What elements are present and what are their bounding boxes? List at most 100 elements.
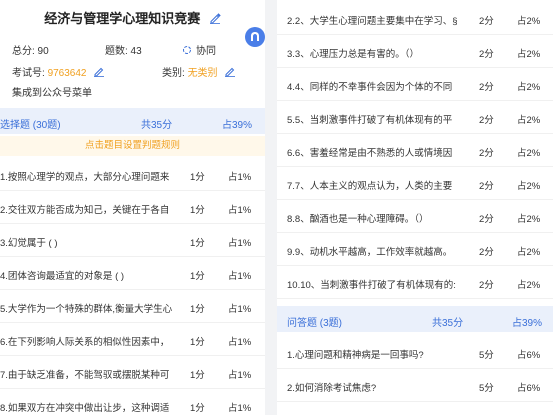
question-text: 2.2、大学生心理问题主要集中在学习、§: [287, 16, 458, 27]
question-percent: 占2%: [517, 181, 541, 192]
question-score: 1分: [190, 172, 205, 183]
panel-divider: [265, 0, 277, 415]
question-text: 3.幻觉属于 ( ): [0, 238, 58, 249]
question-score: 2分: [479, 16, 494, 27]
essay-question-row[interactable]: 2.如何消除考试焦虑? 5分 占6%: [277, 369, 553, 402]
choice-question-row[interactable]: 6.在下列影响人际关系的相似性因素中， 1分 占1%: [0, 323, 265, 356]
choice-question-row[interactable]: 2.交往双方能否成为知己，关键在于各自 1分 占1%: [0, 191, 265, 224]
question-score: 1分: [190, 205, 205, 216]
question-text: 4.4、同样的不幸事件会因为个体的不同: [287, 82, 453, 93]
essay-section-percent: 占39%: [512, 318, 543, 329]
choice-question-row[interactable]: 8.如果双方在冲突中做出让步，这种调适 1分 占1%: [0, 389, 265, 415]
question-score: 2分: [479, 247, 494, 258]
question-text: 6.在下列影响人际关系的相似性因素中，: [0, 337, 170, 348]
question-text: 5.大学作为一个特殊的群体,衡量大学生心: [0, 304, 173, 315]
question-score: 1分: [190, 370, 205, 381]
question-text: 2.交往双方能否成为知己，关键在于各自: [0, 205, 170, 216]
question-text: 9.9、动机水平越高，工作效率就越高。: [287, 247, 453, 258]
choice-section-score: 共35分: [141, 120, 173, 131]
question-text: 10.10、当刺激事件打破了有机体现有的:: [287, 280, 456, 291]
question-percent: 占1%: [228, 370, 252, 381]
essay-question-row[interactable]: 1.心理问题和精神病是一回事吗? 5分 占6%: [277, 336, 553, 369]
title-row: 经济与管理学心理知识竞赛: [0, 8, 265, 28]
question-score: 2分: [479, 49, 494, 60]
question-percent: 占1%: [228, 337, 252, 348]
coop-button[interactable]: 协同: [182, 42, 216, 57]
judge-question-row[interactable]: 10.10、当刺激事件打破了有机体现有的: 2分 占2%: [277, 266, 553, 299]
question-score: 2分: [479, 148, 494, 159]
edit-exam-number-icon[interactable]: [93, 65, 105, 77]
choice-question-row[interactable]: 1.按照心理学的观点，大部分心理问题来 1分 占1%: [0, 158, 265, 191]
judge-question-row[interactable]: 2.2、大学生心理问题主要集中在学习、§ 2分 占2%: [277, 2, 553, 35]
question-text: 1.按照心理学的观点，大部分心理问题来: [0, 172, 170, 183]
question-score: 2分: [479, 82, 494, 93]
question-percent: 占1%: [228, 304, 252, 315]
choice-question-row[interactable]: 3.幻觉属于 ( ) 1分 占1%: [0, 224, 265, 257]
judge-question-row[interactable]: 3.3、心理压力总是有害的。（） 2分 占2%: [277, 35, 553, 68]
edit-category-icon[interactable]: [224, 65, 236, 77]
exam-number-label: 考试号:: [12, 68, 48, 79]
question-percent: 占2%: [517, 49, 541, 60]
question-score: 5分: [479, 383, 494, 394]
judge-question-row[interactable]: 4.4、同样的不幸事件会因为个体的不同 2分 占2%: [277, 68, 553, 101]
question-percent: 占2%: [517, 115, 541, 126]
question-score: 2分: [479, 181, 494, 192]
question-text: 7.由于缺乏准备，不能驾驭或摆脱某种可: [0, 370, 170, 381]
question-percent: 占6%: [517, 350, 541, 361]
question-score: 1分: [190, 337, 205, 348]
page-title: 经济与管理学心理知识竞赛: [44, 11, 201, 26]
coop-label: 协同: [196, 46, 216, 57]
essay-section-score: 共35分: [432, 318, 464, 329]
question-text: 6.6、害羞经常是由不熟悉的人或情境因: [287, 148, 453, 159]
question-text: 5.5、当刺激事件打破了有机体现有的平: [287, 115, 453, 126]
total-score: 总分: 90: [12, 46, 49, 57]
question-text: 4.团体咨询最适宜的对象是 ( ): [0, 271, 125, 282]
question-text: 8.8、酗酒也是一种心理障碍。（）: [287, 214, 429, 225]
exam-number: 考试号: 9763642: [12, 64, 105, 79]
question-text: 8.如果双方在冲突中做出让步，这种调适: [0, 403, 170, 414]
exam-number-value: 9763642: [47, 68, 87, 79]
question-score: 2分: [479, 280, 494, 291]
question-text: 1.心理问题和精神病是一回事吗?: [287, 350, 424, 361]
category: 类别: 无类别: [162, 64, 236, 79]
question-score: 2分: [479, 115, 494, 126]
category-value: 无类别: [187, 68, 218, 79]
judge-rule-hint[interactable]: 点击题目设置判题规则: [0, 136, 265, 156]
choice-question-row[interactable]: 4.团体咨询最适宜的对象是 ( ) 1分 占1%: [0, 257, 265, 290]
category-label: 类别:: [162, 68, 188, 79]
question-score: 1分: [190, 403, 205, 414]
question-percent: 占6%: [517, 383, 541, 394]
question-score: 5分: [479, 350, 494, 361]
question-percent: 占1%: [228, 403, 252, 414]
choice-section-header[interactable]: 选择题 (30题) 共35分 占39%: [0, 108, 265, 134]
floating-action-button[interactable]: [245, 27, 265, 47]
essay-section-title: 问答题 (3题): [287, 318, 342, 329]
choice-section-percent: 占39%: [222, 120, 253, 131]
question-score: 1分: [190, 271, 205, 282]
question-percent: 占2%: [517, 16, 541, 27]
question-percent: 占1%: [228, 238, 252, 249]
question-percent: 占2%: [517, 214, 541, 225]
question-percent: 占1%: [228, 205, 252, 216]
judge-question-row[interactable]: 7.7、人本主义的观点认为，人类的主要 2分 占2%: [277, 167, 553, 200]
edit-title-icon[interactable]: [209, 11, 221, 24]
judge-question-row[interactable]: 6.6、害羞经常是由不熟悉的人或情境因 2分 占2%: [277, 134, 553, 167]
wechat-menu-link[interactable]: 集成到公众号菜单: [12, 84, 92, 99]
question-score: 1分: [190, 304, 205, 315]
question-percent: 占1%: [228, 271, 252, 282]
judge-question-row[interactable]: 5.5、当刺激事件打破了有机体现有的平 2分 占2%: [277, 101, 553, 134]
question-percent: 占1%: [228, 172, 252, 183]
question-percent: 占2%: [517, 247, 541, 258]
right-panel: 2.2、大学生心理问题主要集中在学习、§ 2分 占2% 3.3、心理压力总是有害的。（…: [277, 0, 553, 415]
judge-question-row[interactable]: 8.8、酗酒也是一种心理障碍。（） 2分 占2%: [277, 200, 553, 233]
choice-question-row[interactable]: 5.大学作为一个特殊的群体,衡量大学生心 1分 占1%: [0, 290, 265, 323]
essay-section-header[interactable]: 问答题 (3题) 共35分 占39%: [277, 306, 553, 332]
choice-question-row[interactable]: 7.由于缺乏准备，不能驾驭或摆脱某种可 1分 占1%: [0, 356, 265, 389]
left-panel: 经济与管理学心理知识竞赛 总分: 90 题数: 43 协同 考试号: 97636…: [0, 0, 265, 415]
question-percent: 占2%: [517, 148, 541, 159]
question-text: 7.7、人本主义的观点认为，人类的主要: [287, 181, 453, 192]
judge-question-row[interactable]: 9.9、动机水平越高，工作效率就越高。 2分 占2%: [277, 233, 553, 266]
question-count: 题数: 43: [105, 46, 142, 57]
coop-icon: [182, 45, 192, 55]
question-percent: 占2%: [517, 280, 541, 291]
